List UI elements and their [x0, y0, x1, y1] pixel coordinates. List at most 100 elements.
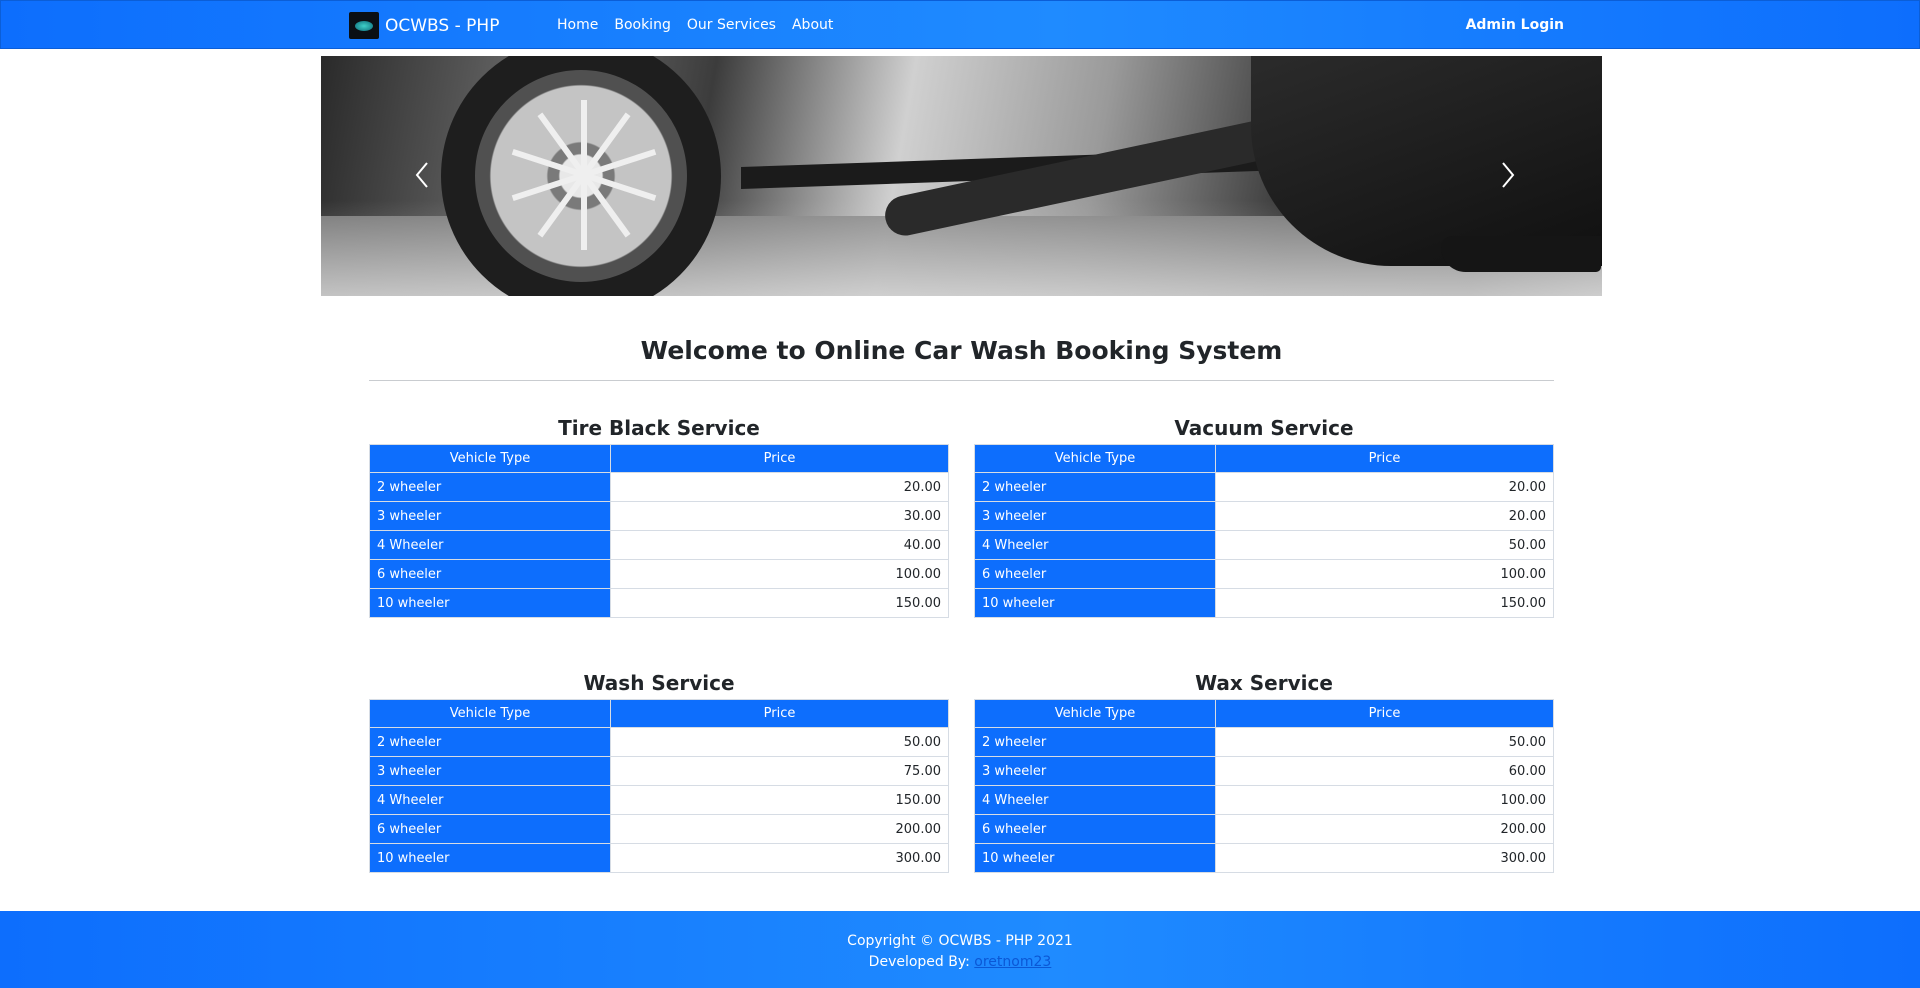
price-cell: 300.00 [610, 843, 949, 873]
page-title: Welcome to Online Car Wash Booking Syste… [640, 336, 1283, 365]
price-cell: 40.00 [610, 530, 949, 560]
price-cell: 20.00 [1215, 501, 1554, 531]
nav-links: Home Booking Our Services About [557, 17, 849, 33]
price-cell: 300.00 [1215, 843, 1554, 873]
price-table: Vehicle Type Price 2 wheeler 50.00 3 wheeler… [369, 699, 949, 873]
service-title: Tire Black Service [558, 416, 760, 440]
price-cell: 50.00 [610, 727, 949, 757]
vehicle-type-cell: 10 wheeler [974, 843, 1216, 873]
price-cell: 100.00 [1215, 559, 1554, 589]
nav-link-our-services[interactable]: Our Services [687, 17, 776, 33]
carousel-next-button[interactable] [1493, 160, 1523, 190]
table-row: 10 wheeler 150.00 [974, 588, 1554, 618]
table-row: 4 Wheeler 40.00 [369, 530, 949, 560]
service-block: Tire Black Service Vehicle Type Price 2 whe… [369, 413, 949, 618]
vehicle-type-cell: 4 Wheeler [369, 785, 611, 815]
price-cell: 200.00 [610, 814, 949, 844]
column-header-price: Price [610, 444, 949, 473]
service-block: Wax Service Vehicle Type Price 2 wheeler 50.… [974, 668, 1554, 873]
vehicle-type-cell: 2 wheeler [974, 727, 1216, 757]
column-header-vehicle-type: Vehicle Type [369, 699, 611, 728]
service-title: Wash Service [583, 671, 735, 695]
table-row: 2 wheeler 50.00 [974, 727, 1554, 757]
price-cell: 75.00 [610, 756, 949, 786]
service-title: Vacuum Service [1174, 416, 1354, 440]
table-row: 2 wheeler 50.00 [369, 727, 949, 757]
column-header-vehicle-type: Vehicle Type [369, 444, 611, 473]
divider [369, 380, 1554, 381]
vehicle-type-cell: 4 Wheeler [974, 785, 1216, 815]
price-cell: 20.00 [1215, 472, 1554, 502]
table-row: 3 wheeler 20.00 [974, 501, 1554, 531]
table-row: 4 Wheeler 150.00 [369, 785, 949, 815]
car-wash-logo-icon [349, 12, 379, 39]
price-table: Vehicle Type Price 2 wheeler 20.00 3 wheeler… [369, 444, 949, 618]
vehicle-type-cell: 3 wheeler [369, 501, 611, 531]
column-header-price: Price [1215, 699, 1554, 728]
price-cell: 200.00 [1215, 814, 1554, 844]
table-row: 6 wheeler 200.00 [974, 814, 1554, 844]
vehicle-type-cell: 6 wheeler [369, 559, 611, 589]
table-header-row: Vehicle Type Price [974, 444, 1554, 473]
price-table: Vehicle Type Price 2 wheeler 50.00 3 wheeler… [974, 699, 1554, 873]
table-row: 3 wheeler 30.00 [369, 501, 949, 531]
table-row: 2 wheeler 20.00 [369, 472, 949, 502]
table-row: 6 wheeler 100.00 [369, 559, 949, 589]
price-cell: 20.00 [610, 472, 949, 502]
brand-title: OCWBS - PHP [385, 15, 500, 36]
price-cell: 150.00 [1215, 588, 1554, 618]
wheel-graphic [441, 56, 721, 296]
brand[interactable]: OCWBS - PHP [349, 12, 499, 39]
column-header-price: Price [1215, 444, 1554, 473]
carousel-prev-button[interactable] [407, 160, 437, 190]
vehicle-type-cell: 4 Wheeler [369, 530, 611, 560]
vehicle-type-cell: 6 wheeler [974, 814, 1216, 844]
vehicle-type-cell: 2 wheeler [974, 472, 1216, 502]
table-row: 10 wheeler 300.00 [974, 843, 1554, 873]
table-header-row: Vehicle Type Price [369, 699, 949, 728]
footer-developed-by: Developed By: oretnom23 [0, 954, 1920, 970]
table-row: 3 wheeler 60.00 [974, 756, 1554, 786]
table-row: 10 wheeler 150.00 [369, 588, 949, 618]
column-header-vehicle-type: Vehicle Type [974, 444, 1216, 473]
column-header-price: Price [610, 699, 949, 728]
price-cell: 60.00 [1215, 756, 1554, 786]
footer: Copyright © OCWBS - PHP 2021 Developed B… [0, 911, 1920, 988]
chevron-left-icon [415, 162, 428, 188]
price-table: Vehicle Type Price 2 wheeler 20.00 3 wheeler… [974, 444, 1554, 618]
vehicle-type-cell: 2 wheeler [369, 727, 611, 757]
service-title: Wax Service [1195, 671, 1333, 695]
price-cell: 150.00 [610, 785, 949, 815]
nav-link-about[interactable]: About [792, 17, 833, 33]
navbar: OCWBS - PHP Home Booking Our Services Ab… [0, 0, 1920, 49]
table-row: 10 wheeler 300.00 [369, 843, 949, 873]
table-row: 2 wheeler 20.00 [974, 472, 1554, 502]
developer-link[interactable]: oretnom23 [974, 954, 1051, 970]
table-header-row: Vehicle Type Price [369, 444, 949, 473]
price-cell: 50.00 [1215, 727, 1554, 757]
table-row: 6 wheeler 100.00 [974, 559, 1554, 589]
table-row: 3 wheeler 75.00 [369, 756, 949, 786]
vehicle-type-cell: 3 wheeler [974, 501, 1216, 531]
nav-link-home[interactable]: Home [557, 17, 598, 33]
table-row: 4 Wheeler 100.00 [974, 785, 1554, 815]
vehicle-type-cell: 10 wheeler [369, 843, 611, 873]
chevron-right-icon [1502, 162, 1515, 188]
vehicle-type-cell: 10 wheeler [974, 588, 1216, 618]
column-header-vehicle-type: Vehicle Type [974, 699, 1216, 728]
vehicle-type-cell: 2 wheeler [369, 472, 611, 502]
vehicle-type-cell: 6 wheeler [369, 814, 611, 844]
vehicle-type-cell: 3 wheeler [369, 756, 611, 786]
price-cell: 50.00 [1215, 530, 1554, 560]
table-row: 6 wheeler 200.00 [369, 814, 949, 844]
vehicle-type-cell: 6 wheeler [974, 559, 1216, 589]
service-block: Wash Service Vehicle Type Price 2 wheeler 50… [369, 668, 949, 873]
table-header-row: Vehicle Type Price [974, 699, 1554, 728]
hero-carousel [321, 56, 1602, 296]
price-cell: 30.00 [610, 501, 949, 531]
admin-login-link[interactable]: Admin Login [1466, 17, 1564, 33]
nav-link-booking[interactable]: Booking [614, 17, 671, 33]
footer-copyright: Copyright © OCWBS - PHP 2021 [847, 933, 1073, 949]
vehicle-type-cell: 10 wheeler [369, 588, 611, 618]
developed-by-label: Developed By: [868, 954, 970, 970]
